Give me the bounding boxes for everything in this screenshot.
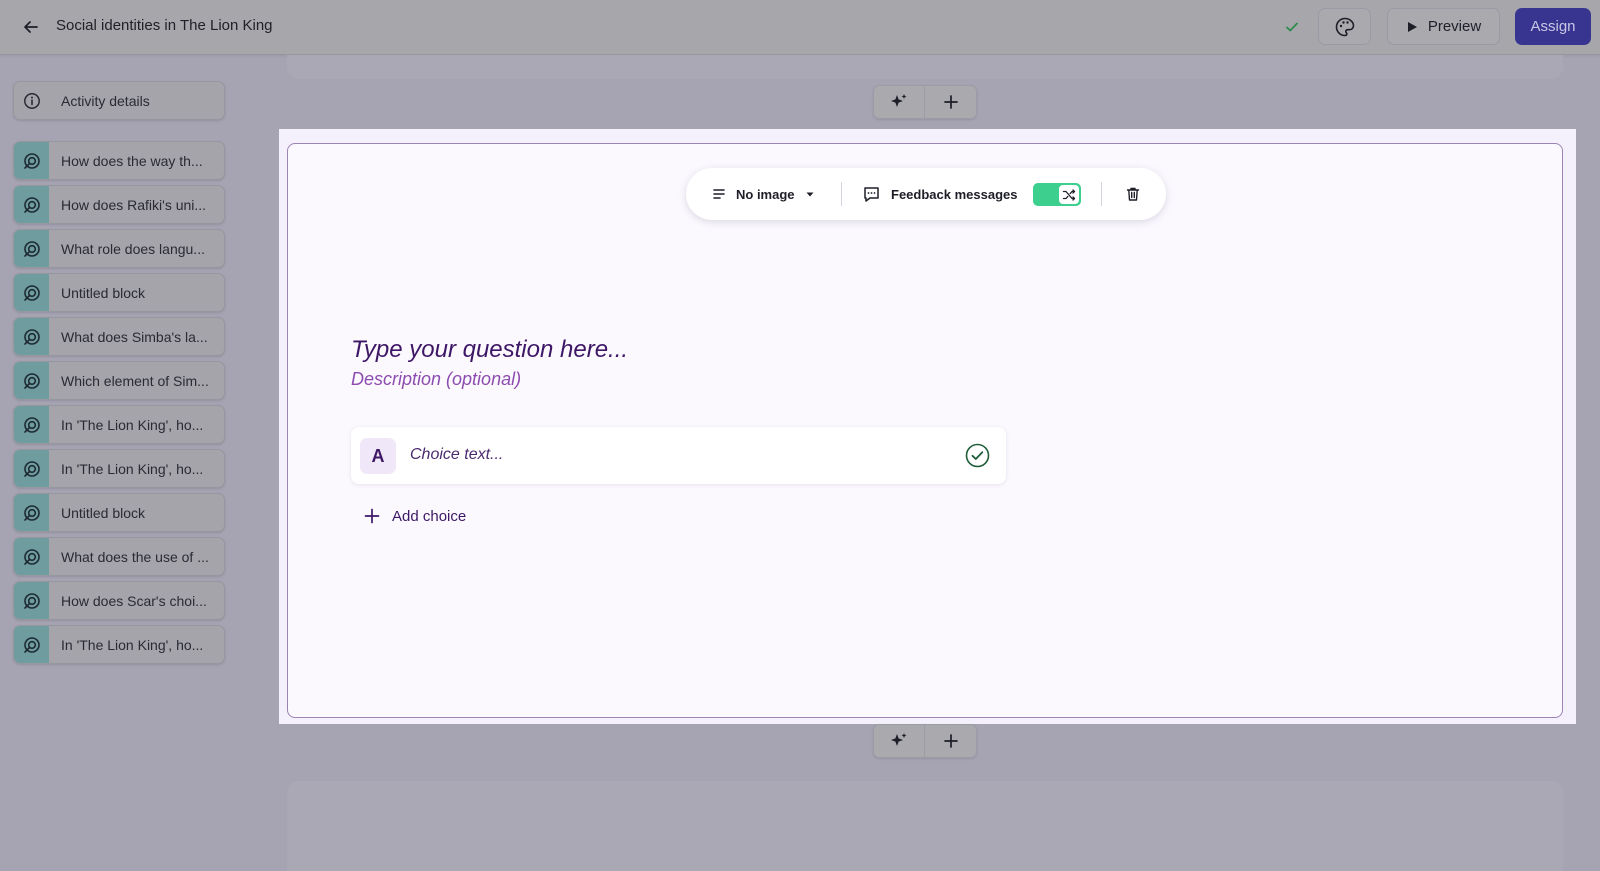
- question-block-icon: [23, 548, 40, 565]
- plus-icon: [943, 734, 958, 748]
- message-icon: [864, 186, 879, 202]
- add-block-button[interactable]: [925, 725, 976, 757]
- question-block-icon: [23, 592, 40, 609]
- shuffle-icon: [1062, 188, 1076, 201]
- description-input[interactable]: Description (optional): [351, 369, 521, 390]
- sidebar-item-activity-details[interactable]: Activity details: [13, 81, 225, 120]
- block-toolbar: No image Feedback messages: [686, 168, 1166, 220]
- image-dropdown[interactable]: No image: [712, 184, 815, 204]
- back-button[interactable]: [18, 14, 44, 40]
- sidebar-item-question[interactable]: How does the way th...: [13, 141, 225, 180]
- assign-button[interactable]: Assign: [1515, 8, 1591, 45]
- saved-check-icon: [1286, 22, 1298, 32]
- sidebar-item-question[interactable]: What does Simba's la...: [13, 317, 225, 356]
- sidebar-item-label: What role does langu...: [61, 240, 205, 257]
- active-block-wrapper: No image Feedback messages Type your que…: [279, 129, 1576, 724]
- sidebar-item-label: Untitled block: [61, 504, 146, 521]
- sidebar-item-question[interactable]: What does the use of ...: [13, 537, 225, 576]
- sparkle-icon: [891, 94, 907, 107]
- question-input[interactable]: Type your question here...: [351, 336, 628, 364]
- activity-title: Social identities in The Lion King: [56, 17, 273, 34]
- theme-button[interactable]: [1318, 8, 1371, 45]
- arrow-left-icon: [24, 21, 38, 33]
- sidebar-item-question[interactable]: In 'The Lion King', ho...: [13, 405, 225, 444]
- question-block-icon: [23, 460, 40, 477]
- add-choice-label: Add choice: [392, 507, 467, 525]
- question-block-icon: [23, 372, 40, 389]
- sidebar-item-label: Untitled block: [61, 284, 146, 301]
- sidebar-item-question[interactable]: Untitled block: [13, 493, 225, 532]
- plus-icon: [943, 95, 958, 109]
- feedback-messages-label: Feedback messages: [891, 186, 1018, 202]
- sparkle-icon: [891, 733, 907, 746]
- check-circle-icon[interactable]: [965, 443, 990, 468]
- image-dropdown-label: No image: [736, 186, 795, 202]
- preview-button[interactable]: Preview: [1387, 8, 1500, 45]
- question-block-icon: [23, 284, 40, 301]
- trash-icon: [1126, 187, 1140, 201]
- palette-icon: [1335, 17, 1354, 36]
- next-block-card[interactable]: [287, 781, 1563, 871]
- insert-toolbar-below: [873, 724, 977, 758]
- insert-toolbar-above: [873, 85, 977, 119]
- question-block-icon: [23, 196, 40, 213]
- toolbar-divider: [1101, 182, 1102, 206]
- sidebar-item-question[interactable]: What role does langu...: [13, 229, 225, 268]
- sidebar-item-label: In 'The Lion King', ho...: [61, 416, 204, 433]
- sidebar-item-label: Which element of Sim...: [61, 372, 209, 389]
- sidebar-item-question[interactable]: In 'The Lion King', ho...: [13, 625, 225, 664]
- question-block-icon: [23, 152, 40, 169]
- question-block-icon: [23, 240, 40, 257]
- ai-generate-button[interactable]: [874, 725, 926, 757]
- preview-label: Preview: [1427, 18, 1482, 35]
- sidebar-item-label: Activity details: [61, 92, 150, 109]
- question-block-icon: [23, 636, 40, 653]
- plus-icon: [364, 508, 380, 524]
- question-block-icon: [23, 504, 40, 521]
- sidebar-item-question[interactable]: Which element of Sim...: [13, 361, 225, 400]
- info-icon: [23, 92, 40, 109]
- toolbar-divider: [841, 182, 842, 206]
- shuffle-toggle[interactable]: [1033, 183, 1081, 206]
- sidebar-item-label: In 'The Lion King', ho...: [61, 460, 204, 477]
- sidebar-item-label: What does the use of ...: [61, 548, 209, 565]
- question-block[interactable]: No image Feedback messages Type your que…: [287, 143, 1563, 718]
- add-block-button[interactable]: [925, 86, 976, 118]
- sidebar-item-label: In 'The Lion King', ho...: [61, 636, 204, 653]
- add-choice-button[interactable]: Add choice: [364, 506, 466, 526]
- delete-block-button[interactable]: [1123, 184, 1143, 204]
- sidebar-item-label: How does the way th...: [61, 152, 203, 169]
- sidebar-item-question[interactable]: Untitled block: [13, 273, 225, 312]
- caret-down-icon: [806, 192, 814, 197]
- question-block-icon: [23, 416, 40, 433]
- sidebar-item-question[interactable]: How does Rafiki's uni...: [13, 185, 225, 224]
- choice-letter: A: [360, 438, 396, 474]
- text-align-icon: [713, 189, 725, 199]
- choice-input[interactable]: Choice text...: [410, 446, 503, 464]
- feedback-messages-button[interactable]: Feedback messages: [862, 184, 1017, 204]
- previous-block-card[interactable]: [287, 55, 1563, 79]
- play-icon: [1407, 21, 1417, 32]
- sidebar-item-label: How does Rafiki's uni...: [61, 196, 207, 213]
- sidebar-item-label: How does Scar's choi...: [61, 592, 207, 609]
- sidebar-item-question[interactable]: How does Scar's choi...: [13, 581, 225, 620]
- sidebar-item-label: What does Simba's la...: [61, 328, 208, 345]
- sidebar-item-question[interactable]: In 'The Lion King', ho...: [13, 449, 225, 488]
- toggle-knob: [1059, 185, 1079, 204]
- top-bar: Social identities in The Lion King Previ…: [0, 0, 1600, 55]
- ai-generate-button[interactable]: [874, 86, 926, 118]
- choice-row[interactable]: A Choice text...: [351, 427, 1006, 484]
- question-block-icon: [23, 328, 40, 345]
